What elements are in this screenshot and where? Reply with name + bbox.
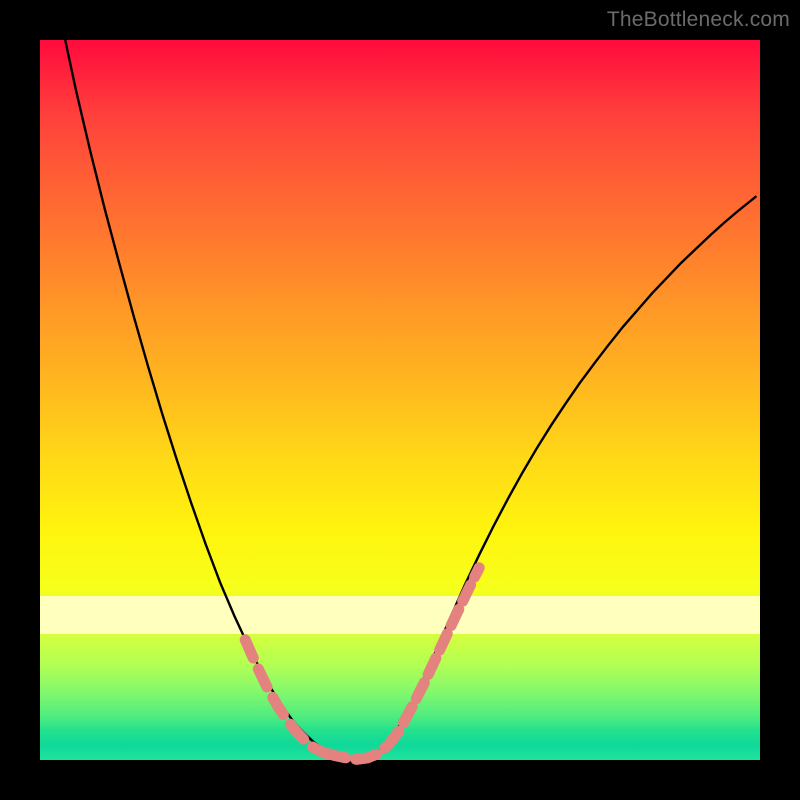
series-pink-markers-left (245, 640, 321, 752)
series-curve (65, 40, 756, 759)
series-pink-markers-bottom (324, 730, 400, 760)
series-pink-markers-right (404, 568, 480, 723)
curve-overlay (40, 40, 760, 760)
chart-frame: TheBottleneck.com (0, 0, 800, 800)
watermark-text: TheBottleneck.com (607, 8, 790, 32)
